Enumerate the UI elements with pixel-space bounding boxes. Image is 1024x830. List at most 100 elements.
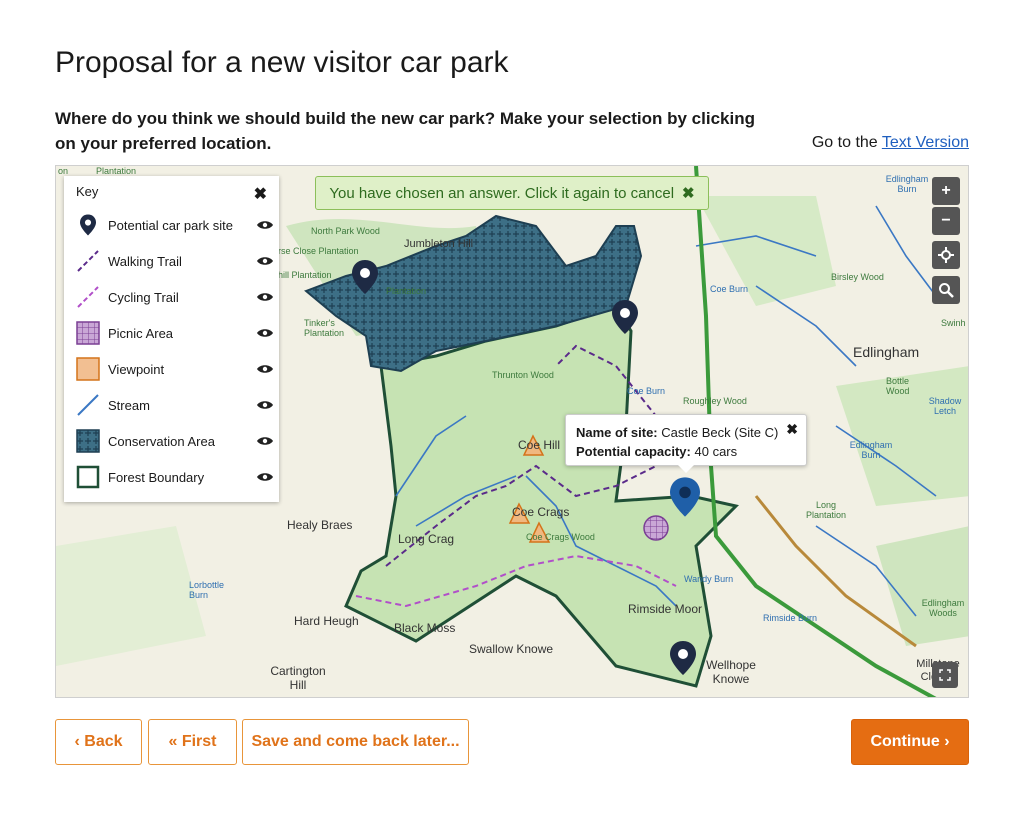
map-label: Hard Heugh — [294, 614, 359, 628]
continue-button[interactable]: Continue › — [851, 719, 969, 765]
key-item-label: Conservation Area — [108, 433, 215, 449]
key-item: Conservation Area — [74, 426, 274, 456]
map-label: Swinh — [941, 318, 966, 328]
popup-capacity-value: 40 cars — [694, 444, 738, 459]
back-button[interactable]: ‹ Back — [55, 719, 142, 765]
stream-icon — [74, 391, 102, 419]
banner-text: You have chosen an answer. Click it agai… — [329, 184, 675, 202]
eye-icon[interactable] — [256, 400, 274, 410]
map-label: Wandy Burn — [684, 574, 734, 584]
map-key: Key ✖ Potential car park site Walking Tr… — [64, 176, 279, 502]
forest-boundary-icon — [74, 463, 102, 491]
text-version-line: Go to the Text Version — [812, 134, 969, 152]
viewpoint-icon — [74, 355, 102, 383]
map-label: Cartington Hill — [270, 664, 326, 692]
popup-close-icon[interactable]: ✖ — [786, 420, 798, 439]
first-button[interactable]: « First — [148, 719, 237, 765]
question-text: Where do you think we should build the n… — [55, 109, 755, 153]
map-label: on — [58, 166, 69, 176]
key-item-label: Stream — [108, 397, 150, 413]
popup-name-value: Castle Beck (Site C) — [661, 425, 779, 440]
map-label: Birsley Wood — [831, 272, 884, 282]
key-item: Forest Boundary — [74, 462, 274, 492]
search-icon — [939, 283, 954, 298]
site-popup: Name of site: Castle Beck (Site C) Poten… — [565, 414, 807, 473]
selected-car-park-site-pin[interactable] — [670, 477, 700, 517]
walking-trail-icon — [74, 247, 102, 275]
crosshair-icon — [938, 247, 954, 263]
car-park-site-pin[interactable] — [612, 300, 638, 334]
map-pin-icon — [74, 211, 102, 239]
conservation-area-icon — [74, 427, 102, 455]
key-item-label: Forest Boundary — [108, 469, 205, 485]
popup-name-label: Name of site: — [576, 425, 658, 440]
zoom-in-button[interactable]: + — [932, 177, 960, 205]
save-and-come-back-button[interactable]: Save and come back later... — [242, 719, 469, 765]
locate-button[interactable] — [932, 241, 960, 269]
map[interactable]: Plantation on North Park Wood Jumbleton … — [55, 165, 969, 698]
car-park-site-pin[interactable] — [352, 260, 378, 294]
key-close-icon[interactable]: ✖ — [254, 184, 267, 204]
key-item-label: Picnic Area — [108, 325, 174, 341]
eye-icon[interactable] — [256, 436, 274, 446]
map-label: Swallow Knowe — [469, 642, 554, 656]
selection-banner: You have chosen an answer. Click it agai… — [315, 176, 709, 210]
map-label: Shadow Letch — [928, 396, 962, 416]
key-item: Stream — [74, 390, 274, 420]
popup-capacity-label: Potential capacity: — [576, 444, 691, 459]
map-label: rse Close Plantation — [278, 246, 359, 256]
car-park-site-pin[interactable] — [670, 641, 696, 675]
map-label: Coe Burn — [627, 386, 666, 396]
search-button[interactable] — [932, 276, 960, 304]
eye-icon[interactable] — [256, 328, 274, 338]
key-item-label: Potential car park site — [108, 217, 234, 233]
popup-capacity-line: Potential capacity: 40 cars — [576, 442, 796, 461]
page-title: Proposal for a new visitor car park — [55, 46, 509, 79]
eye-icon[interactable] — [256, 256, 274, 266]
key-item: Picnic Area — [74, 318, 274, 348]
map-label: Long Plantation — [805, 500, 847, 520]
map-label: North Park Wood — [311, 226, 380, 236]
popup-name-line: Name of site: Castle Beck (Site C) — [576, 423, 796, 442]
map-label: Tinker's Plantation — [304, 318, 345, 338]
map-label: Edlingham Burn — [885, 174, 929, 194]
map-label: Plantation — [386, 286, 427, 296]
map-label: Coe Crags Wood — [526, 532, 595, 542]
map-label: Roughley Wood — [683, 396, 747, 406]
map-label: Healy Braes — [287, 518, 353, 532]
eye-icon[interactable] — [256, 364, 274, 374]
map-label: Lorbottle Burn — [189, 580, 225, 600]
key-item: Potential car park site — [74, 210, 274, 240]
map-label: Coe Crags — [512, 505, 570, 519]
map-label: hill Plantation — [278, 270, 332, 280]
map-label: Thrunton Wood — [492, 370, 554, 380]
map-label: Edlingham — [853, 344, 920, 360]
key-item-label: Viewpoint — [108, 361, 165, 377]
text-version-link[interactable]: Text Version — [882, 134, 969, 151]
picnic-area-icon — [74, 319, 102, 347]
map-label: Edlingham Burn — [849, 440, 893, 460]
map-label: Rimside Moor — [628, 602, 703, 616]
map-label: Rimside Burn — [763, 613, 818, 623]
key-title: Key — [76, 184, 99, 199]
key-item: Viewpoint — [74, 354, 274, 384]
map-label: Wellhope Knowe — [706, 658, 756, 686]
map-label: Jumbleton Hill — [404, 238, 474, 250]
map-label: Long Crag — [398, 532, 455, 546]
key-item: Walking Trail — [74, 246, 274, 276]
text-version-prefix: Go to the — [811, 134, 882, 151]
zoom-out-button[interactable]: − — [932, 207, 960, 235]
eye-icon[interactable] — [256, 220, 274, 230]
fullscreen-button[interactable] — [932, 662, 958, 688]
cycling-trail-icon — [74, 283, 102, 311]
fullscreen-icon — [939, 669, 951, 681]
map-label: Coe Burn — [710, 284, 749, 294]
map-label: Plantation — [96, 166, 137, 176]
map-label: Coe Hill — [518, 438, 561, 452]
key-item-label: Cycling Trail — [108, 289, 179, 305]
banner-close-icon[interactable]: ✖ — [682, 184, 695, 202]
map-label: Bottle Wood — [886, 376, 910, 396]
eye-icon[interactable] — [256, 292, 274, 302]
eye-icon[interactable] — [256, 472, 274, 482]
key-item: Cycling Trail — [74, 282, 274, 312]
